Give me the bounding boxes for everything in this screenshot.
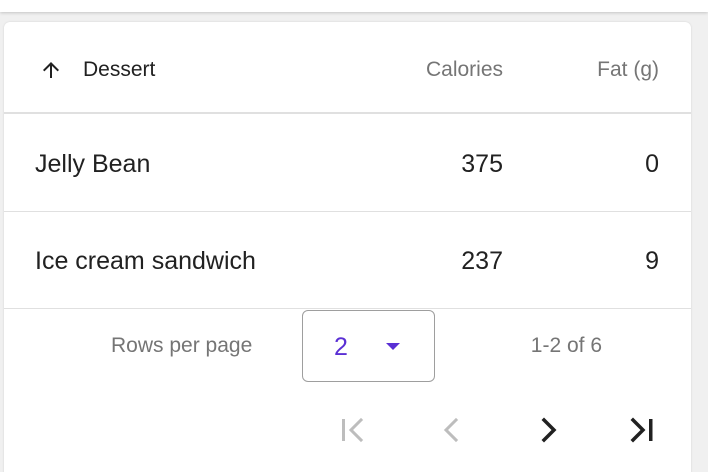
- previous-page-button[interactable]: [432, 414, 472, 446]
- first-page-icon: [342, 417, 364, 443]
- next-page-button[interactable]: [528, 414, 568, 446]
- cell-fat: 0: [645, 150, 659, 178]
- cell-dessert-name: Ice cream sandwich: [35, 247, 256, 275]
- cell-calories: 375: [461, 150, 503, 178]
- column-header-dessert[interactable]: Dessert: [83, 58, 155, 82]
- table-row[interactable]: Ice cream sandwich 237 9: [4, 213, 691, 309]
- caret-down-icon: [386, 343, 400, 350]
- last-page-button[interactable]: [621, 414, 661, 446]
- first-page-button[interactable]: [335, 414, 375, 446]
- data-table-card: Dessert Calories Fat (g) Jelly Bean 375 …: [4, 22, 691, 472]
- pagination-range-label: 1-2 of 6: [530, 334, 602, 357]
- chevron-right-icon: [541, 417, 557, 443]
- cell-fat: 9: [645, 247, 659, 275]
- top-app-bar-edge: [0, 0, 708, 12]
- chevron-left-icon: [443, 417, 459, 443]
- column-header-fat[interactable]: Fat (g): [597, 58, 659, 82]
- table-header-row: Dessert Calories Fat (g): [4, 22, 691, 114]
- column-header-calories[interactable]: Calories: [426, 58, 503, 82]
- table-row[interactable]: Jelly Bean 375 0: [4, 116, 691, 212]
- last-page-icon: [630, 417, 653, 443]
- rows-per-page-value: 2: [334, 333, 348, 361]
- rows-per-page-select[interactable]: 2: [302, 310, 435, 382]
- cell-dessert-name: Jelly Bean: [35, 150, 151, 178]
- arrow-upward-icon[interactable]: [38, 58, 64, 82]
- rows-per-page-label: Rows per page: [111, 334, 253, 357]
- cell-calories: 237: [461, 247, 503, 275]
